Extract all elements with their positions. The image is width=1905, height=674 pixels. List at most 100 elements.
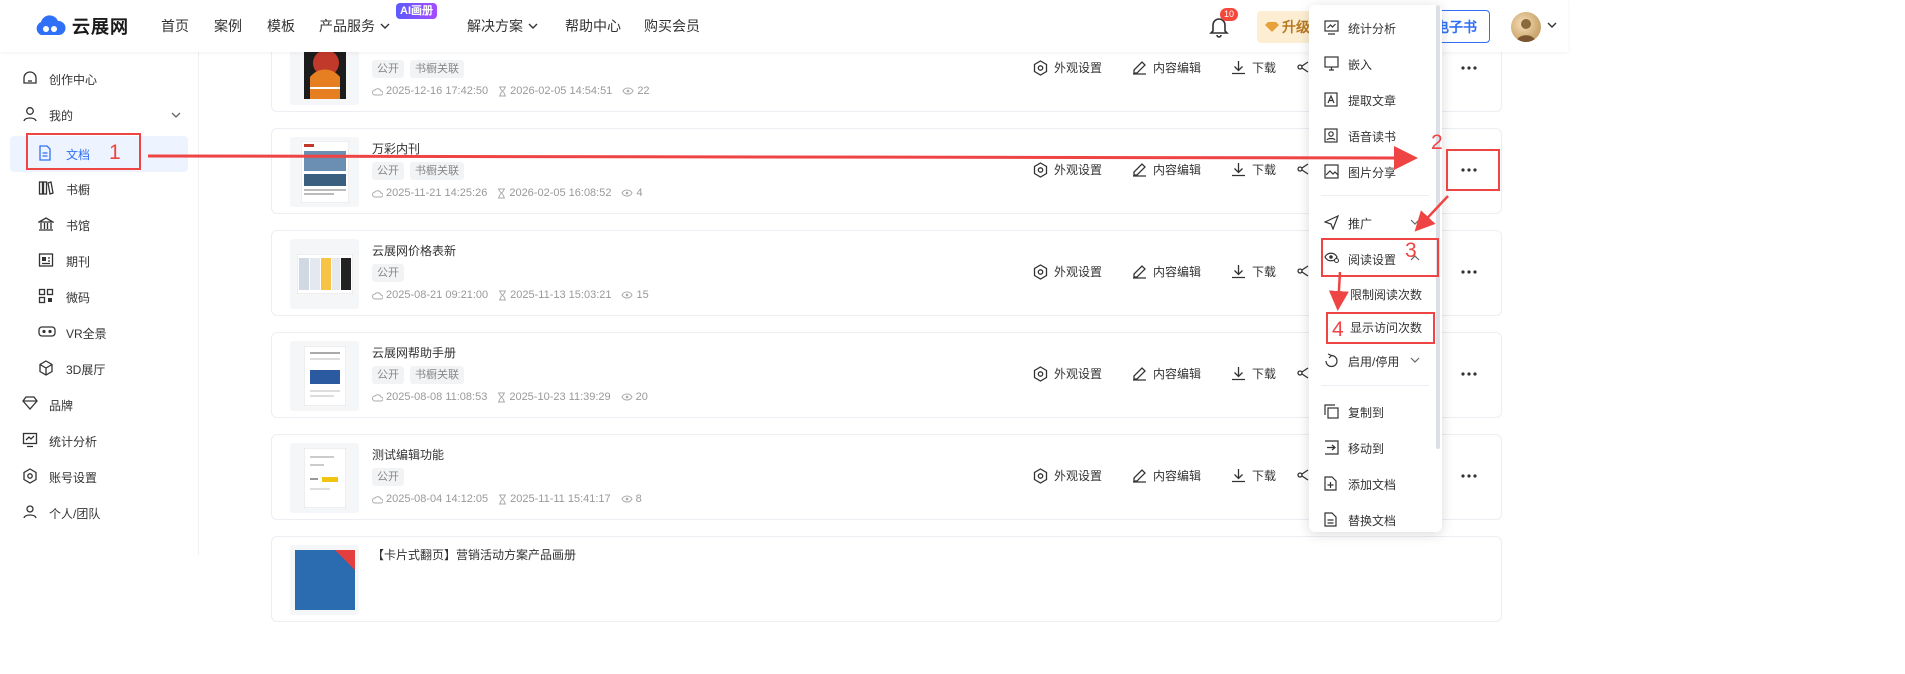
menu-item-replace-document[interactable]: 替换文档: [1309, 502, 1442, 532]
cloud-upload-icon: [372, 291, 383, 299]
library-icon: [38, 217, 54, 231]
sidebar-item-brand[interactable]: 品牌: [0, 387, 199, 423]
appearance-settings-button[interactable]: 外观设置: [1033, 59, 1102, 76]
toggle-icon: [1325, 353, 1338, 368]
logo-text: 云展网: [72, 17, 129, 37]
more-icon[interactable]: [1460, 59, 1478, 77]
menu-item-copy-to[interactable]: 复制到: [1309, 394, 1442, 430]
content-edit-button[interactable]: 内容编辑: [1132, 365, 1201, 382]
download-button[interactable]: 下载: [1231, 59, 1276, 76]
download-button[interactable]: 下载: [1231, 161, 1276, 178]
menu-item-extract-article[interactable]: 提取文章: [1309, 82, 1442, 118]
appearance-settings-button[interactable]: 外观设置: [1033, 161, 1102, 178]
document-card[interactable]: 【卡片式翻页】营销活动方案产品画册: [271, 536, 1502, 622]
content-edit-label: 内容编辑: [1153, 469, 1202, 483]
hexagon-settings-icon: [1033, 365, 1048, 382]
share-icon[interactable]: [1297, 60, 1309, 74]
content-edit-button[interactable]: 内容编辑: [1132, 467, 1201, 484]
updated-time: 2026-02-05 16:08:52: [509, 187, 612, 199]
menu-item-add-document[interactable]: 添加文档: [1309, 466, 1442, 502]
document-title[interactable]: 【卡片式翻页】营销活动方案产品画册: [372, 546, 576, 563]
menu-item-enable-disable[interactable]: 启用/停用: [1309, 343, 1442, 379]
appearance-settings-button[interactable]: 外观设置: [1033, 365, 1102, 382]
menu-scrollbar[interactable]: [1436, 5, 1440, 449]
menu-item-promote[interactable]: 推广: [1309, 205, 1442, 241]
share-icon[interactable]: [1297, 264, 1309, 278]
avatar[interactable]: [1511, 12, 1541, 42]
send-icon: [1324, 215, 1339, 230]
sidebar-item-bookshelf[interactable]: 书橱: [0, 171, 199, 207]
content-edit-button[interactable]: 内容编辑: [1132, 161, 1201, 178]
more-icon[interactable]: [1460, 467, 1478, 485]
nav-templates-label: 模板: [267, 18, 295, 34]
upgrade-button[interactable]: 升级: [1257, 11, 1315, 43]
document-tags: 公开 书橱关联: [372, 162, 464, 180]
nav-cases[interactable]: 案例: [214, 16, 267, 36]
sidebar-item-journal[interactable]: 期刊: [0, 243, 199, 279]
sidebar-item-mine[interactable]: 我的: [0, 97, 199, 133]
nav-membership[interactable]: 购买会员: [644, 16, 700, 36]
sidebar-item-creation[interactable]: 创作中心: [0, 61, 199, 97]
download-button[interactable]: 下载: [1231, 467, 1276, 484]
sidebar-item-label: 期刊: [66, 254, 91, 269]
menu-item-move-to[interactable]: 移动到: [1309, 430, 1442, 466]
chevron-down-icon: [1410, 219, 1420, 225]
eye-icon: [621, 495, 633, 503]
content-edit-button[interactable]: 内容编辑: [1132, 263, 1201, 280]
document-thumbnail[interactable]: [290, 239, 359, 309]
created-time: 2025-11-21 14:25:26: [386, 187, 488, 199]
sidebar-item-label: VR全景: [66, 326, 107, 341]
created-time: 2025-12-16 17:42:50: [386, 85, 489, 97]
document-thumbnail[interactable]: [290, 545, 359, 615]
document-title[interactable]: 万彩内刊: [372, 140, 420, 157]
logo[interactable]: 云展网: [33, 13, 129, 39]
nav-templates[interactable]: 模板: [267, 16, 319, 36]
nav-help[interactable]: 帮助中心: [565, 16, 644, 36]
sidebar-item-library[interactable]: 书馆: [0, 207, 199, 243]
document-thumbnail[interactable]: [290, 443, 359, 513]
document-thumbnail[interactable]: [290, 137, 359, 207]
vr-icon: [38, 326, 56, 337]
menu-item-embed[interactable]: 嵌入: [1309, 46, 1442, 82]
nav-home[interactable]: 首页: [161, 16, 214, 36]
document-title[interactable]: 云展网价格表新: [372, 242, 456, 259]
nav-solutions[interactable]: 解决方案: [467, 16, 565, 36]
replace-icon: [1324, 512, 1337, 527]
appearance-settings-button[interactable]: 外观设置: [1033, 263, 1102, 280]
menu-subitem-limit-reads[interactable]: 限制阅读次数: [1350, 286, 1422, 303]
document-title[interactable]: 云展网帮助手册: [372, 344, 456, 361]
menu-item-statistics[interactable]: 统计分析: [1309, 10, 1442, 46]
cloud-upload-icon: [372, 87, 383, 95]
appearance-settings-button[interactable]: 外观设置: [1033, 467, 1102, 484]
more-icon[interactable]: [1460, 263, 1478, 281]
chevron-down-icon: [528, 23, 538, 29]
sidebar-item-3d-hall[interactable]: 3D展厅: [0, 351, 199, 387]
download-button[interactable]: 下载: [1231, 263, 1276, 280]
sidebar-item-vr[interactable]: VR全景: [0, 315, 199, 351]
share-icon[interactable]: [1297, 366, 1309, 380]
hourglass-icon: [499, 494, 507, 504]
cube-icon: [39, 360, 53, 376]
journal-icon: [38, 253, 54, 267]
nav-products[interactable]: 产品服务 AI画册: [319, 3, 467, 36]
document-thumbnail[interactable]: [290, 341, 359, 411]
download-label: 下载: [1252, 265, 1277, 279]
menu-item-image-share[interactable]: 图片分享: [1309, 154, 1442, 190]
share-icon[interactable]: [1297, 162, 1309, 176]
menu-item-voice-reading[interactable]: 语音读书: [1309, 118, 1442, 154]
content-edit-button[interactable]: 内容编辑: [1132, 59, 1201, 76]
appearance-label: 外观设置: [1054, 367, 1103, 381]
sidebar-item-team[interactable]: 个人/团队: [0, 495, 199, 531]
ai-album-badge[interactable]: AI画册: [396, 3, 437, 19]
download-button[interactable]: 下载: [1231, 365, 1276, 382]
chevron-down-icon[interactable]: [1547, 22, 1557, 28]
sidebar-item-account-settings[interactable]: 账号设置: [0, 459, 199, 495]
share-icon[interactable]: [1297, 468, 1309, 482]
sidebar-item-microcode[interactable]: 微码: [0, 279, 199, 315]
more-icon[interactable]: [1460, 365, 1478, 383]
sidebar-item-statistics[interactable]: 统计分析: [0, 423, 199, 459]
hexagon-settings-icon: [1033, 467, 1048, 484]
download-label: 下载: [1252, 469, 1277, 483]
cloud-upload-icon: [372, 393, 383, 401]
document-title[interactable]: 测试编辑功能: [372, 446, 444, 463]
